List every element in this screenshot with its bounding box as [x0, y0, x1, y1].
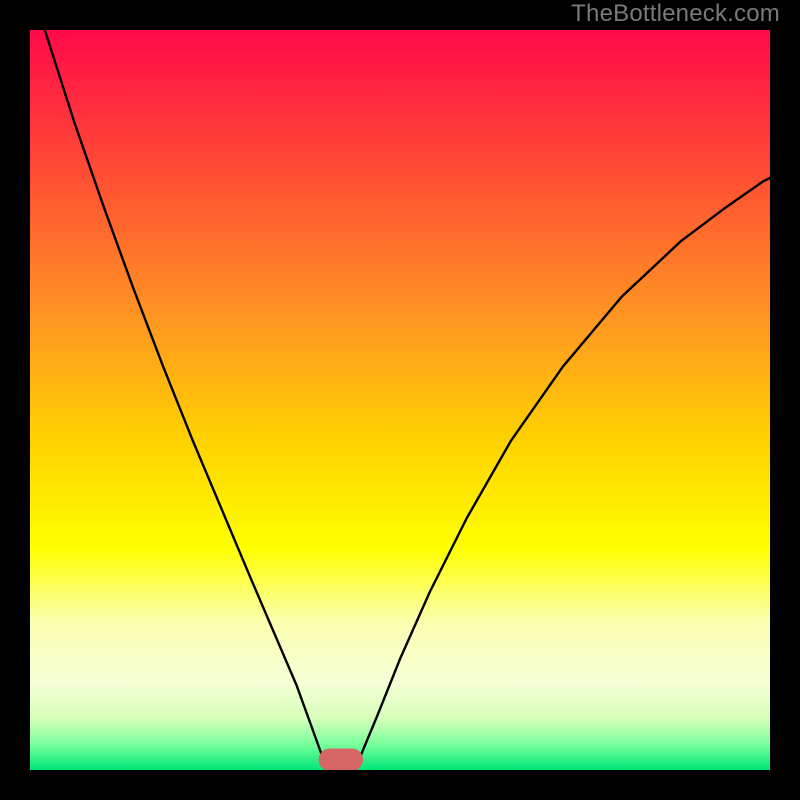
- bottleneck-marker: [319, 749, 363, 770]
- watermark-text: TheBottleneck.com: [571, 0, 780, 28]
- bottleneck-chart: [30, 30, 770, 770]
- chart-frame: TheBottleneck.com: [0, 0, 800, 800]
